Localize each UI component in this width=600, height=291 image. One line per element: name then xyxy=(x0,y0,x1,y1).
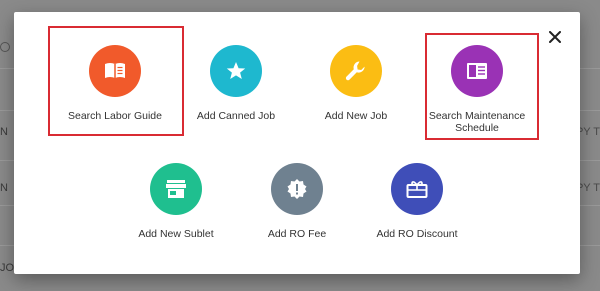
wrench-icon xyxy=(345,61,365,81)
fee-badge-icon xyxy=(287,179,307,199)
add-new-sublet-label: Add New Sublet xyxy=(138,228,214,240)
add-ro-discount-circle xyxy=(391,163,443,215)
add-ro-fee-label: Add RO Fee xyxy=(267,228,327,240)
close-button[interactable] xyxy=(546,28,564,46)
gift-card-icon xyxy=(406,181,428,198)
add-new-job-label: Add New Job xyxy=(324,110,388,122)
add-new-sublet-button[interactable]: Add New Sublet xyxy=(116,163,236,240)
add-item-modal: Search Labor Guide Add Canned Job Add Ne… xyxy=(14,12,580,274)
background-row-text: N xyxy=(0,182,8,194)
highlight-box-labor-guide xyxy=(48,26,184,136)
add-ro-discount-button[interactable]: Add RO Discount xyxy=(357,163,477,240)
add-canned-job-label: Add Canned Job xyxy=(196,110,276,122)
info-icon xyxy=(0,42,10,52)
add-ro-fee-button[interactable]: Add RO Fee xyxy=(237,163,357,240)
add-canned-job-circle xyxy=(210,45,262,97)
add-new-sublet-circle xyxy=(150,163,202,215)
highlight-box-maintenance-schedule xyxy=(425,33,539,140)
close-icon xyxy=(549,31,561,43)
store-icon xyxy=(166,180,186,198)
background-row-text: N xyxy=(0,126,8,138)
add-new-job-button[interactable]: Add New Job xyxy=(296,45,416,122)
add-new-job-circle xyxy=(330,45,382,97)
star-icon xyxy=(226,62,246,79)
add-ro-discount-label: Add RO Discount xyxy=(376,228,458,240)
add-ro-fee-circle xyxy=(271,163,323,215)
add-canned-job-button[interactable]: Add Canned Job xyxy=(176,45,296,122)
